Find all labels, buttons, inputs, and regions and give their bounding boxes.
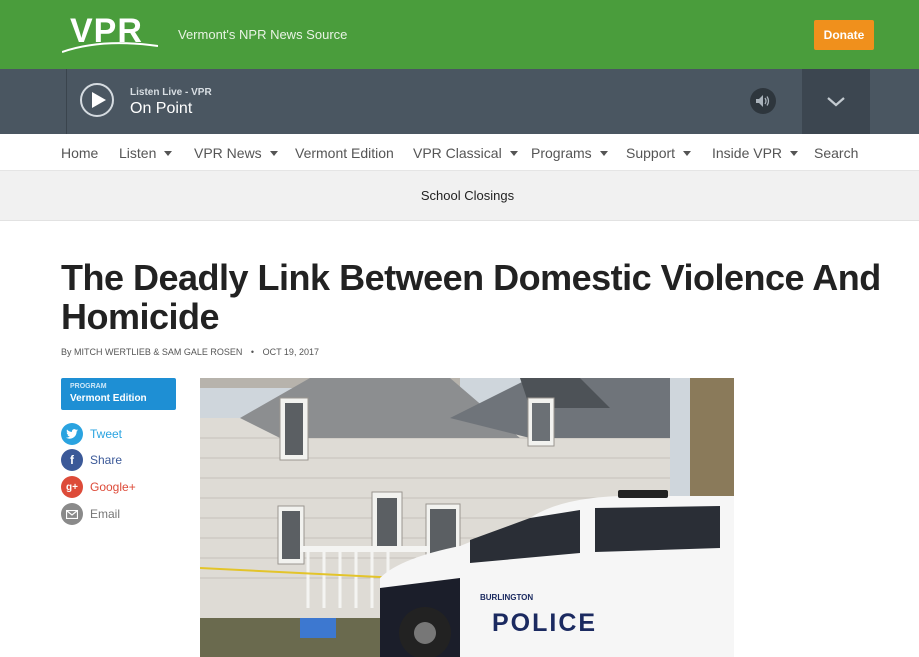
nav-item-support[interactable]: Support	[626, 145, 692, 161]
nav-item-home[interactable]: Home	[61, 145, 98, 161]
share-facebook[interactable]: f Share	[61, 449, 122, 471]
play-icon	[91, 92, 106, 108]
nav-item-label: VPR News	[194, 145, 262, 161]
google-plus-icon: g+	[61, 476, 83, 498]
share-email[interactable]: Email	[61, 503, 120, 525]
nav-item-search[interactable]: Search	[814, 145, 858, 161]
caret-down-icon	[164, 150, 173, 156]
house-police-car-image: BURLINGTON POLICE	[200, 378, 734, 657]
nav-item-listen[interactable]: Listen	[119, 145, 173, 161]
nav-item-label: Vermont Edition	[295, 145, 394, 161]
share-label: Share	[90, 453, 123, 467]
caret-down-icon	[683, 150, 692, 156]
share-label: Email	[90, 507, 121, 521]
nav-item-label: VPR Classical	[413, 145, 502, 161]
facebook-icon: f	[61, 449, 83, 471]
nav-item-programs[interactable]: Programs	[531, 145, 608, 161]
caret-down-icon	[269, 150, 278, 156]
share-google-plus[interactable]: g+ Google+	[61, 476, 136, 498]
site-header: VPR Vermont's NPR News Source Donate	[0, 0, 919, 69]
nav-item-vpr-news[interactable]: VPR News	[194, 145, 278, 161]
email-icon	[61, 503, 83, 525]
byline-separator: •	[250, 347, 255, 357]
nav-item-vermont-edition[interactable]: Vermont Edition	[295, 145, 394, 161]
program-badge[interactable]: PROGRAM Vermont Edition	[61, 378, 176, 410]
now-playing-show: On Point	[130, 100, 193, 117]
nav-item-label: Support	[626, 145, 676, 161]
nav-item-label: Search	[814, 145, 859, 161]
article-title: The Deadly Link Between Domestic Violenc…	[61, 257, 881, 337]
caret-down-icon	[790, 150, 799, 156]
tagline: Vermont's NPR News Source	[178, 27, 348, 42]
school-closings-link[interactable]: School Closings	[0, 188, 919, 203]
byline: By MITCH WERTLIEB & SAM GALE ROSEN • OCT…	[61, 347, 319, 357]
program-label: PROGRAM	[70, 383, 107, 390]
program-name: Vermont Edition	[70, 393, 147, 404]
nav-item-label: Listen	[119, 145, 157, 161]
nav-item-vpr-classical[interactable]: VPR Classical	[413, 145, 518, 161]
share-label: Tweet	[90, 427, 123, 441]
volume-button[interactable]	[750, 88, 776, 114]
article-photo: BURLINGTON POLICE	[200, 378, 734, 657]
logo-swoosh-icon	[62, 42, 158, 53]
player-expand-button[interactable]	[802, 69, 870, 134]
twitter-icon	[61, 423, 83, 445]
chevron-down-icon	[827, 96, 845, 106]
caret-down-icon	[509, 150, 518, 156]
nav-item-label: Home	[61, 145, 99, 161]
share-label: Google+	[90, 480, 136, 494]
article-date: OCT 19, 2017	[262, 347, 319, 357]
listen-live-label: Listen Live - VPR	[130, 87, 212, 98]
vpr-logo[interactable]: VPR	[62, 12, 158, 56]
nav-item-inside-vpr[interactable]: Inside VPR	[712, 145, 799, 161]
player-divider	[66, 69, 67, 134]
donate-button[interactable]: Donate	[814, 20, 874, 50]
nav-item-label: Programs	[531, 145, 592, 161]
byline-authors[interactable]: MITCH WERTLIEB & SAM GALE ROSEN	[74, 347, 242, 357]
byline-prefix: By	[61, 347, 72, 357]
caret-down-icon	[599, 150, 608, 156]
speaker-icon	[756, 95, 770, 107]
photo-burlington-text: BURLINGTON	[480, 593, 533, 602]
share-twitter[interactable]: Tweet	[61, 423, 122, 445]
photo-police-text: POLICE	[492, 609, 597, 637]
nav-item-label: Inside VPR	[712, 145, 783, 161]
play-button[interactable]	[80, 83, 114, 117]
